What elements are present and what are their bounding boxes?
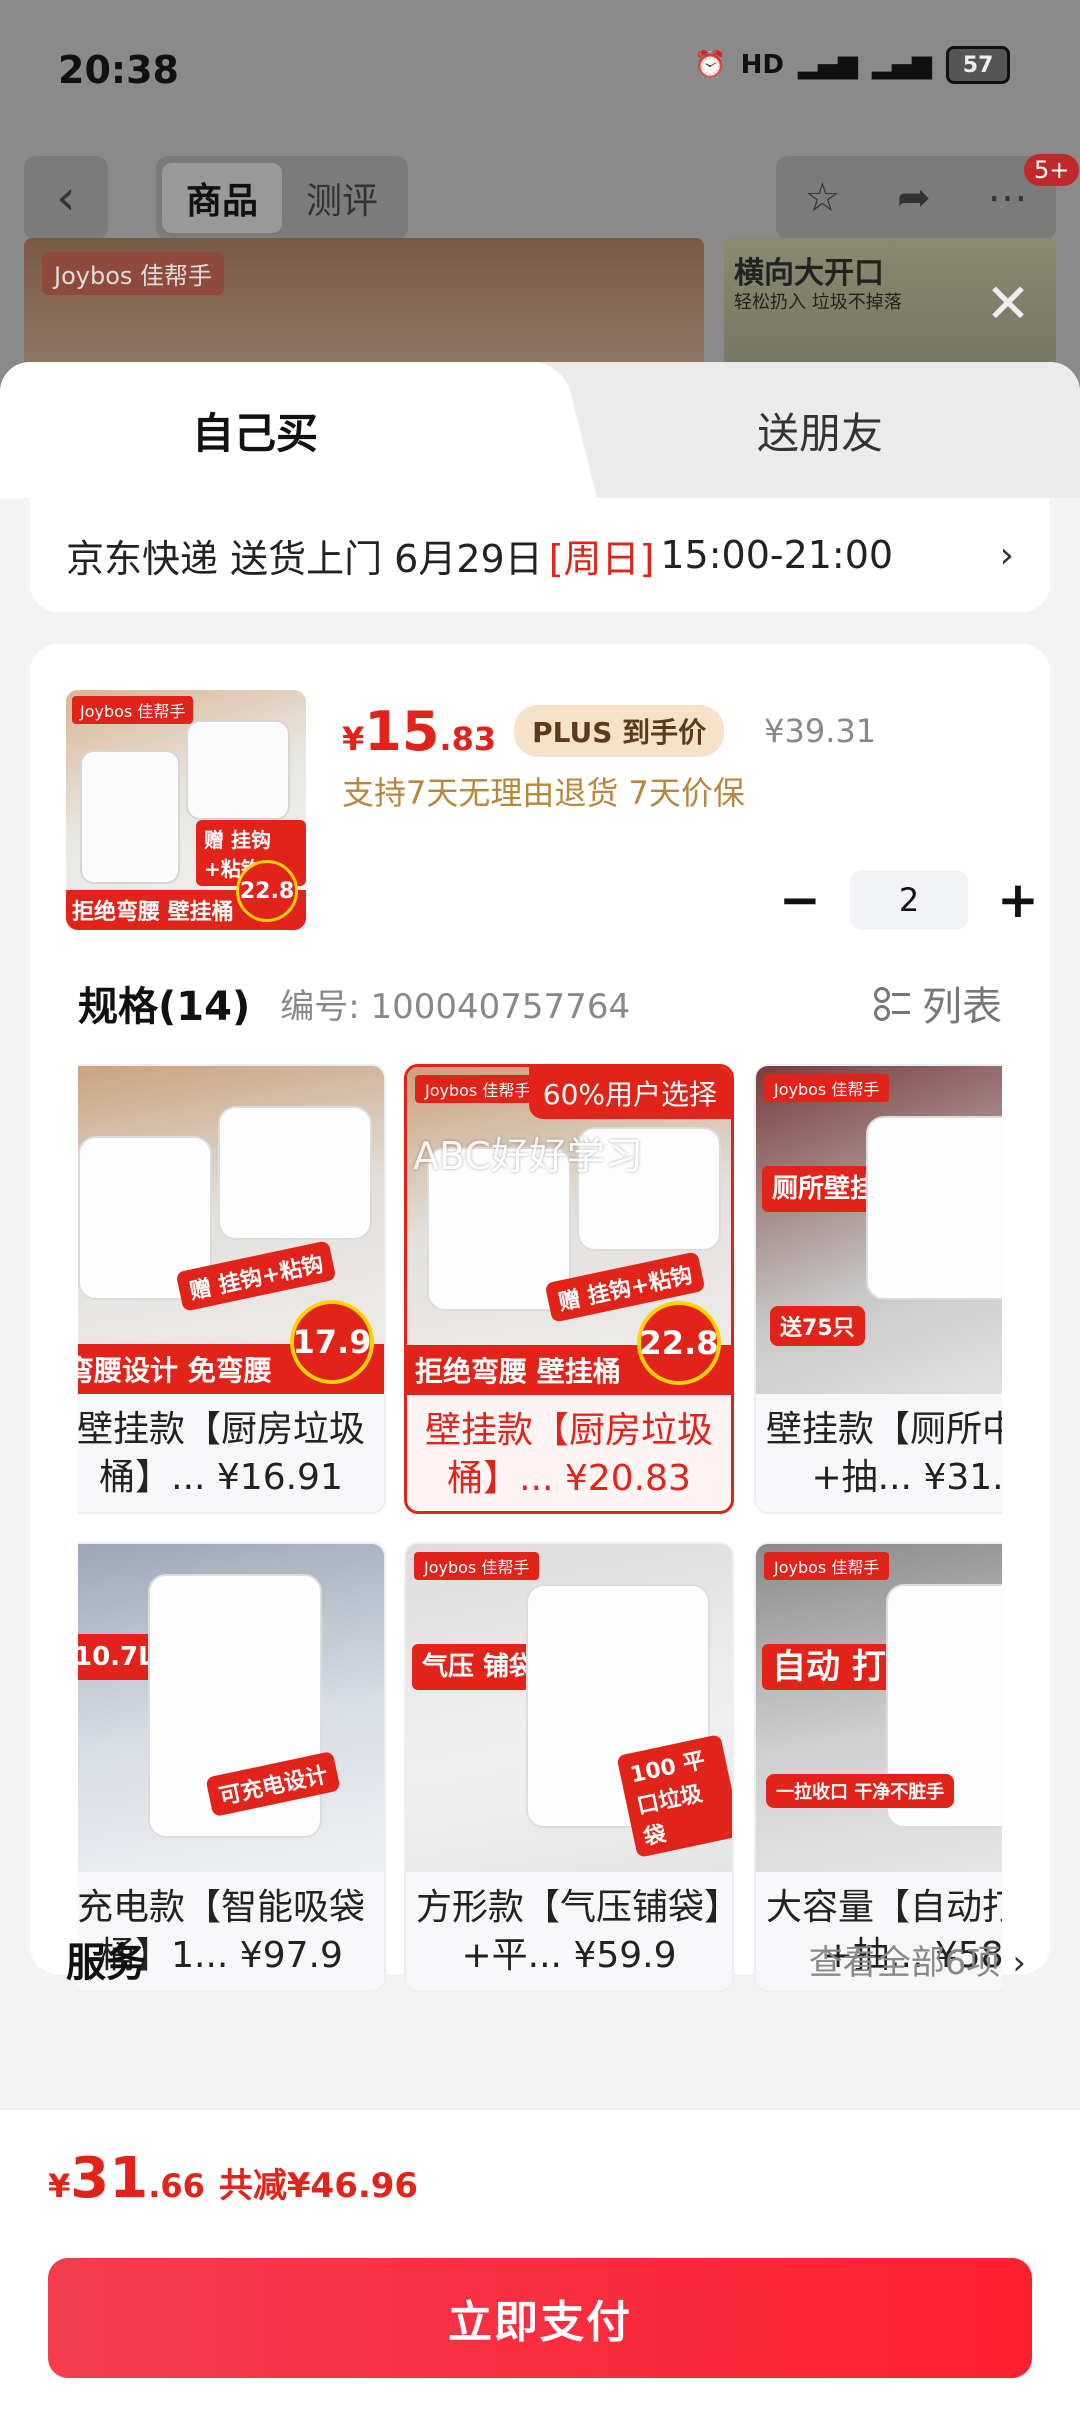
price-decimal: .83 [439, 720, 497, 758]
pay-now-button[interactable]: 立即支付 [48, 2258, 1032, 2378]
delivery-time: 15:00-21:00 [660, 533, 894, 577]
thumb-brand-logo: Joybos 佳帮手 [72, 696, 194, 724]
brand-logo: Joybos 佳帮手 [764, 1552, 890, 1580]
total-price: ¥ 31 .66 共减¥46.96 [48, 2146, 418, 2211]
delivery-text: 京东快递 送货上门 6月29日 [66, 536, 543, 581]
share-icon[interactable]: ➦ [897, 175, 931, 221]
quantity-value[interactable]: 2 [850, 870, 968, 930]
spec-header: 规格(14) 编号: 100040757764 [78, 974, 630, 1032]
hd-icon: HD [740, 50, 784, 80]
total-symbol: ¥ [48, 2167, 71, 2205]
delivery-info[interactable]: 京东快递 送货上门 6月29日 [周日] 15:00-21:00 › [30, 498, 1050, 612]
spec-title: 规格(14) [78, 984, 251, 1030]
list-icon [874, 985, 910, 1021]
feature-tag: 一拉收口 干净不脏手 [766, 1774, 955, 1808]
background-product-page: 20:38 ⏰ HD ▂▄▆ ▂▄▆ 57 ‹ 商品 测评 ☆ ➦ ⋯ 5+ J… [0, 0, 1080, 420]
star-icon[interactable]: ☆ [804, 175, 840, 221]
top-actions: ☆ ➦ ⋯ [776, 156, 1056, 240]
purchase-sheet: 自己买 送朋友 京东快递 送货上门 6月29日 [周日] 15:00-21:00… [0, 362, 1080, 2412]
spec-option[interactable]: Joybos 佳帮手 厕所壁挂 送粘钩+挂钩 送75只 壁挂款【厕所中号】+抽.… [754, 1064, 1002, 1514]
list-label: 列表 [922, 984, 1002, 1030]
back-button[interactable]: ‹ [24, 156, 108, 240]
trash-bin-image [186, 720, 290, 820]
tab-product[interactable]: 商品 [162, 163, 282, 233]
chevron-left-icon: ‹ [56, 170, 76, 226]
promo-text: 支持7天无理由退货 7天价保 [342, 774, 745, 812]
checkout-bar: ¥ 31 .66 共减¥46.96 立即支付 [0, 2108, 1080, 2414]
price-symbol: ¥ [342, 720, 365, 758]
thumb-price-badge: 22.8 [236, 860, 298, 922]
product-thumbnail: Joybos 佳帮手 赠 挂钩+粘钩 拒绝弯腰 壁挂桶 22.8 [66, 690, 306, 930]
service-view-all[interactable]: 查看全部6项 › [809, 1935, 1026, 1984]
tab-buy-self[interactable]: 自己买 [0, 362, 560, 498]
trash-bin-image [218, 1106, 372, 1240]
delivery-weekday: [周日] [548, 536, 655, 581]
spec-image: Joybos 佳帮手 厕所壁挂 送粘钩+挂钩 送75只 [756, 1066, 1002, 1394]
plus-price-badge: PLUS 到手价 [514, 705, 725, 757]
product-code: 编号: 100040757764 [280, 986, 631, 1027]
trash-bin-image [866, 1116, 1002, 1300]
watermark-text: ABC好好学习 [413, 1134, 643, 1178]
chevron-right-icon: › [999, 534, 1014, 576]
list-view-toggle[interactable]: 列表 [874, 974, 1002, 1032]
total-integer: 31 [70, 2146, 149, 2211]
price-integer: 15 [364, 700, 440, 763]
spec-option[interactable]: 赠 挂钩+粘钩 弯腰设计 免弯腰 17.9 壁挂款【厨房垃圾桶】... ¥16.… [78, 1064, 386, 1514]
message-badge: 5+ [1024, 154, 1080, 186]
brand-logo: Joybos 佳帮手 [414, 1552, 540, 1580]
total-decimal: .66 [148, 2167, 205, 2205]
status-bar: 20:38 ⏰ HD ▂▄▆ ▂▄▆ 57 [0, 0, 1080, 140]
clock: 20:38 [58, 48, 179, 92]
service-view-all-label: 查看全部6项 [808, 1942, 1001, 1983]
tab-gift-friend[interactable]: 送朋友 [560, 362, 1080, 498]
spec-caption: 壁挂款【厨房垃圾桶】... ¥16.91 [78, 1409, 365, 1498]
feature-tag: 100 平口垃圾袋 [616, 1734, 732, 1858]
spec-grid: 赠 挂钩+粘钩 弯腰设计 免弯腰 17.9 壁挂款【厨房垃圾桶】... ¥16.… [78, 1064, 1002, 1994]
spec-option-selected[interactable]: 60%用户选择 Joybos 佳帮手 ABC好好学习 赠 挂钩+粘钩 拒绝弯腰 … [404, 1064, 734, 1514]
service-title: 服务 [66, 1940, 146, 1986]
product-card: Joybos 佳帮手 赠 挂钩+粘钩 拒绝弯腰 壁挂桶 22.8 ¥ 15 .8… [30, 644, 1050, 1992]
promo-title: 横向大开口 [734, 256, 884, 291]
signal-5g-icon-2: ▂▄▆ [872, 50, 932, 80]
spec-caption: 壁挂款【厕所中号】+抽... ¥31.9 [766, 1409, 1002, 1498]
spec-option[interactable]: Joybos 佳帮手 气压 铺袋 100 平口垃圾袋 方形款【气压铺袋】+平..… [404, 1542, 734, 1992]
total-saved: 共减¥46.96 [218, 2166, 419, 2206]
price-row: ¥ 15 .83 PLUS 到手价 ¥39.31 [342, 700, 876, 765]
close-icon[interactable]: ✕ [980, 276, 1036, 332]
signal-5g-icon: ▂▄▆ [798, 50, 858, 80]
quantity-stepper: − 2 + [770, 870, 1048, 930]
spec-option[interactable]: 10.7L 能 袋 可充电设计 充电款【智能吸袋桶】1... ¥97.9 [78, 1542, 386, 1992]
tab-review[interactable]: 测评 [282, 163, 402, 233]
spec-image: 10.7L 能 袋 可充电设计 [78, 1544, 384, 1872]
original-price: ¥39.31 [764, 712, 877, 750]
product-tabs: 商品 测评 [156, 156, 408, 240]
spec-caption: 壁挂款【厨房垃圾桶】... ¥20.83 [424, 1410, 713, 1499]
spec-image: Joybos 佳帮手 气压 铺袋 100 平口垃圾袋 [406, 1544, 732, 1872]
battery-icon: 57 [946, 46, 1010, 84]
trash-bin-image [80, 750, 180, 884]
brand-logo: Joybos 佳帮手 [415, 1075, 541, 1103]
increase-button[interactable]: + [988, 870, 1048, 930]
decrease-button[interactable]: − [770, 870, 830, 930]
spec-option[interactable]: Joybos 佳帮手 自动 打包 一拉收口 干净不脏手 大容量【自动打包】+抽.… [754, 1542, 1002, 1992]
purchase-tabs: 自己买 送朋友 [0, 362, 1080, 498]
more-icon[interactable]: ⋯ [988, 175, 1028, 221]
gift-tag: 送75只 [770, 1306, 865, 1346]
spec-price-badge: 22.8 [637, 1301, 721, 1385]
brand-logo: Joybos 佳帮手 [42, 252, 225, 295]
spec-image: 赠 挂钩+粘钩 弯腰设计 免弯腰 17.9 [78, 1066, 384, 1394]
chevron-right-icon: › [1012, 1942, 1026, 1983]
spec-image: Joybos 佳帮手 自动 打包 一拉收口 干净不脏手 [756, 1544, 1002, 1872]
service-row[interactable]: 服务 查看全部6项 › [66, 1930, 1026, 1988]
popular-choice-badge: 60%用户选择 [528, 1067, 731, 1119]
brand-logo: Joybos 佳帮手 [764, 1074, 890, 1102]
promo-subtitle: 轻松扔入 垃圾不掉落 [734, 292, 902, 313]
alarm-icon: ⏰ [694, 50, 727, 80]
status-icons: ⏰ HD ▂▄▆ ▂▄▆ 57 [694, 46, 1010, 84]
tab-buy-self-label: 自己买 [191, 408, 318, 458]
spec-price-badge: 17.9 [290, 1300, 374, 1384]
